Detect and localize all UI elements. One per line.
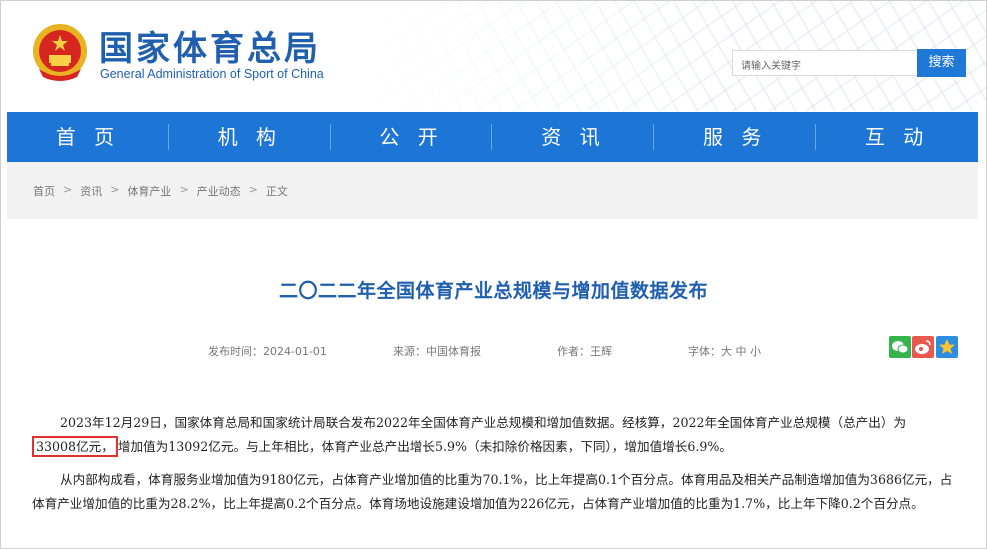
site-header: 国家体育总局 General Administration of Sport o… bbox=[1, 1, 986, 111]
article-paragraph-2: 从内部构成看，体育服务业增加值为9180亿元，占体育产业增加值的比重为70.1%… bbox=[32, 468, 962, 516]
breadcrumb-separator: > bbox=[110, 183, 120, 196]
breadcrumb-bar: 首页 > 资讯 > 体育产业 > 产业动态 > 正文 bbox=[7, 162, 978, 219]
weibo-share-icon[interactable] bbox=[912, 336, 934, 358]
breadcrumb-industry-news[interactable]: 产业动态 bbox=[197, 183, 241, 199]
breadcrumb-separator: > bbox=[179, 183, 189, 196]
article-paragraph-1: 2023年12月29日，国家体育总局和国家统计局联合发布2022年全国体育产业总… bbox=[32, 411, 962, 459]
article-author: 作者：王辉 bbox=[557, 345, 612, 358]
paragraph-text: 增加值为13092亿元。与上年相比，体育产业总产出增长5.9%（未扣除价格因素，… bbox=[117, 439, 732, 454]
publish-time: 发布时间：2024-01-01 bbox=[208, 345, 327, 358]
article-source: 来源：中国体育报 bbox=[393, 345, 481, 358]
paragraph-text: 2023年12月29日，国家体育总局和国家统计局联合发布2022年全国体育产业总… bbox=[60, 415, 907, 430]
nav-item-home[interactable]: 首 页 bbox=[7, 112, 169, 162]
breadcrumb-separator: > bbox=[248, 183, 258, 196]
national-emblem-icon[interactable] bbox=[31, 21, 89, 83]
breadcrumb-sports-industry[interactable]: 体育产业 bbox=[127, 183, 171, 199]
breadcrumb: 首页 > 资讯 > 体育产业 > 产业动态 > 正文 bbox=[33, 183, 288, 199]
breadcrumb-current: 正文 bbox=[265, 185, 288, 198]
breadcrumb-home[interactable]: 首页 bbox=[33, 183, 55, 199]
main-nav: 首 页 机 构 公 开 资 讯 服 务 互 动 bbox=[7, 112, 978, 162]
search-button[interactable]: 搜索 bbox=[917, 49, 966, 77]
article-title: 二〇二二年全国体育产业总规模与增加值数据发布 bbox=[278, 280, 708, 302]
wechat-share-icon[interactable] bbox=[889, 336, 911, 358]
search-input[interactable]: 请输入关键字 bbox=[732, 50, 918, 76]
nav-item-public[interactable]: 公 开 bbox=[331, 112, 493, 162]
nav-item-interaction[interactable]: 互 动 bbox=[816, 112, 978, 162]
nav-item-organization[interactable]: 机 构 bbox=[169, 112, 331, 162]
font-size-selector[interactable]: 字体：大 中 小 bbox=[688, 343, 761, 359]
paragraph-text: 从内部构成看，体育服务业增加值为9180亿元，占体育产业增加值的比重为70.1%… bbox=[32, 472, 953, 511]
breadcrumb-news[interactable]: 资讯 bbox=[80, 183, 102, 199]
favorite-star-icon[interactable] bbox=[936, 336, 958, 358]
site-subtitle: General Administration of Sport of China bbox=[100, 67, 324, 81]
nav-item-services[interactable]: 服 务 bbox=[654, 112, 816, 162]
highlighted-total-output: 33008亿元， bbox=[32, 436, 118, 457]
breadcrumb-separator: > bbox=[63, 183, 73, 196]
site-title[interactable]: 国家体育总局 bbox=[99, 21, 321, 70]
nav-item-news[interactable]: 资 讯 bbox=[492, 112, 655, 162]
